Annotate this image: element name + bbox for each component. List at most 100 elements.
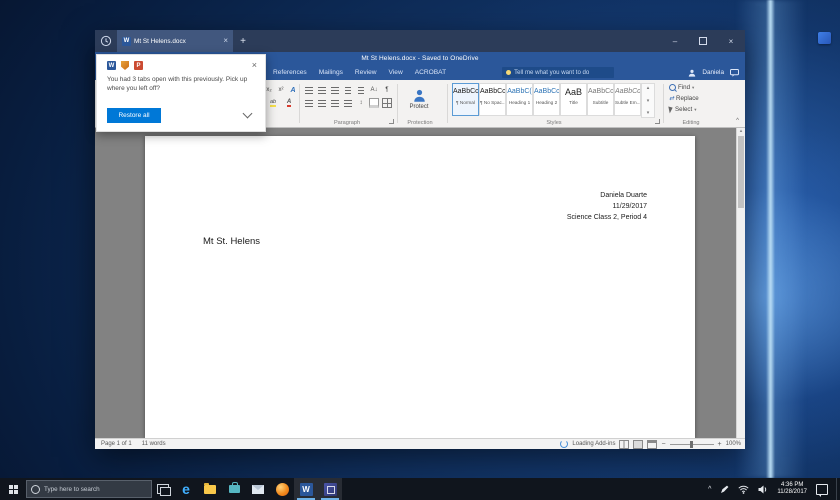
taskbar-clock[interactable]: 4:36 PM 11/28/2017: [777, 482, 807, 496]
document-tab[interactable]: W Mt St Helens.docx ×: [117, 30, 233, 52]
ribbon-tab-review[interactable]: Review: [349, 69, 383, 76]
scroll-up-icon[interactable]: ▴: [740, 128, 743, 134]
document-title-text: Mt St. Helens: [203, 236, 695, 247]
web-layout-button[interactable]: [647, 440, 657, 449]
word-count[interactable]: 11 words: [142, 441, 166, 447]
taskbar-app-mail[interactable]: [246, 478, 270, 500]
taskbar-app-word[interactable]: W: [294, 478, 318, 500]
gallery-more-icon[interactable]: ▾: [647, 110, 650, 116]
text-effects-button[interactable]: A: [287, 84, 299, 96]
style-heading-1[interactable]: AaBbC( Heading 1: [506, 83, 533, 116]
paragraph-dialog-launcher[interactable]: [389, 119, 394, 124]
ribbon-tab-mailings[interactable]: Mailings: [313, 69, 349, 76]
highlight-button[interactable]: ab: [267, 97, 279, 109]
group-divider: [447, 84, 448, 123]
ribbon-tab-acrobat[interactable]: ACROBAT: [409, 69, 452, 76]
multilevel-list-button[interactable]: [329, 84, 341, 96]
font-color-button[interactable]: A: [283, 97, 295, 109]
comments-icon[interactable]: [730, 69, 739, 77]
borders-button[interactable]: [381, 97, 393, 109]
zoom-slider[interactable]: [670, 444, 714, 445]
signed-in-user[interactable]: Daniela: [702, 69, 724, 76]
style-title[interactable]: AaB Title: [560, 83, 587, 116]
taskbar-app-window[interactable]: [318, 478, 342, 500]
window-controls: – ×: [661, 30, 745, 52]
close-button[interactable]: ×: [717, 30, 745, 52]
collapse-ribbon-button[interactable]: ^: [736, 118, 739, 124]
bullets-button[interactable]: [303, 84, 315, 96]
task-view-button[interactable]: [152, 478, 174, 500]
desktop-shortcut-icon[interactable]: [818, 32, 831, 44]
numbering-button[interactable]: [316, 84, 328, 96]
style-subtitle[interactable]: AaBbCcD Subtitle: [587, 83, 614, 116]
pen-icon[interactable]: [720, 485, 729, 494]
popup-close-icon[interactable]: ×: [252, 61, 257, 70]
system-tray: ^ 4:36 PM 11/28/2017: [708, 482, 836, 496]
style-subtle-emphasis[interactable]: AaBbCcDu Subtle Em...: [614, 83, 641, 116]
increase-indent-button[interactable]: [355, 84, 367, 96]
sort-button[interactable]: A↓: [368, 84, 380, 96]
wallpaper-light-beam: [766, 0, 775, 478]
taskbar-app-edge[interactable]: e: [174, 478, 198, 500]
ribbon-tab-references[interactable]: References: [267, 69, 313, 76]
align-left-button[interactable]: [303, 97, 315, 109]
styles-dialog-launcher[interactable]: [655, 119, 660, 124]
protect-person-icon: [413, 89, 426, 103]
vertical-scrollbar[interactable]: ▴: [736, 128, 745, 438]
popup-expand-chevron-icon[interactable]: [243, 109, 253, 119]
style-normal[interactable]: AaBbCcDc ¶ Normal: [452, 83, 479, 116]
gallery-scroll-down-icon[interactable]: ▾: [647, 98, 650, 104]
maximize-button[interactable]: [689, 30, 717, 52]
style-sample: AaBbC(: [507, 84, 532, 100]
restore-all-button[interactable]: Restore all: [107, 108, 161, 123]
shading-button[interactable]: [368, 97, 380, 109]
tab-close-icon[interactable]: ×: [223, 37, 228, 45]
gallery-scroll-up-icon[interactable]: ▴: [647, 85, 650, 91]
taskbar-app-file-explorer[interactable]: [198, 478, 222, 500]
select-button[interactable]: Select ▾: [669, 106, 696, 113]
document-page[interactable]: Daniela Duarte 11/29/2017 Science Class …: [145, 136, 695, 438]
start-button[interactable]: [0, 478, 26, 500]
page-count[interactable]: Page 1 of 1: [101, 441, 132, 447]
replace-button[interactable]: ⇄ Replace: [669, 95, 699, 102]
minimize-button[interactable]: –: [661, 30, 689, 52]
clock-time: 4:36 PM: [777, 482, 807, 489]
align-right-button[interactable]: [329, 97, 341, 109]
taskbar: e W ^ 4:36 PM 11/28/2017: [0, 478, 840, 500]
tell-me-box[interactable]: Tell me what you want to do: [502, 67, 614, 78]
show-hide-paragraph-button[interactable]: ¶: [381, 84, 393, 96]
taskbar-app-store[interactable]: [222, 478, 246, 500]
taskbar-search-box[interactable]: [26, 480, 152, 498]
style-no-spacing[interactable]: AaBbCcDc ¶ No Spac...: [479, 83, 506, 116]
task-view-icon: [157, 484, 169, 494]
ribbon-tab-view[interactable]: View: [383, 69, 409, 76]
protect-button[interactable]: Protect: [400, 83, 438, 116]
read-mode-button[interactable]: [619, 440, 629, 449]
zoom-out-button[interactable]: −: [661, 441, 665, 448]
show-desktop-button[interactable]: [836, 478, 840, 500]
find-button[interactable]: Find ▾: [669, 84, 694, 91]
multilevel-list-icon: [331, 87, 339, 94]
line-spacing-button[interactable]: ↕: [355, 97, 367, 109]
paragraph-group-label: Paragraph: [301, 120, 393, 126]
decrease-indent-button[interactable]: [342, 84, 354, 96]
print-layout-button[interactable]: [633, 440, 643, 449]
align-center-button[interactable]: [316, 97, 328, 109]
align-center-icon: [318, 100, 326, 107]
taskbar-app-firefox[interactable]: [270, 478, 294, 500]
zoom-slider-thumb[interactable]: [690, 441, 693, 448]
superscript-button[interactable]: x²: [275, 84, 287, 96]
zoom-level[interactable]: 100%: [726, 441, 741, 447]
document-line: 11/29/2017: [145, 201, 647, 212]
zoom-in-button[interactable]: +: [718, 441, 722, 448]
scrollbar-thumb[interactable]: [738, 136, 744, 208]
style-heading-2[interactable]: AaBbCcE Heading 2: [533, 83, 560, 116]
volume-icon[interactable]: [758, 485, 768, 494]
network-icon[interactable]: [738, 485, 749, 494]
previous-tabs-button[interactable]: [95, 30, 117, 52]
new-tab-button[interactable]: +: [233, 30, 253, 52]
search-input[interactable]: [44, 486, 139, 493]
justify-button[interactable]: [342, 97, 354, 109]
tray-overflow-chevron-icon[interactable]: ^: [708, 486, 711, 493]
action-center-icon[interactable]: [816, 484, 828, 495]
